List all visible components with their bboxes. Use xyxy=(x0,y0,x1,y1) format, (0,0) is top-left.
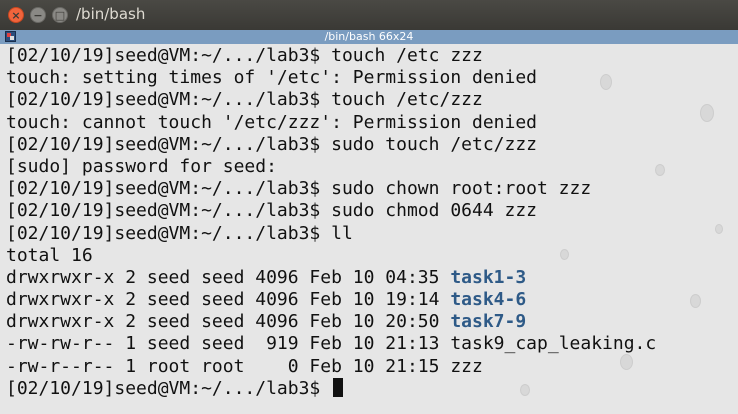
directory-name: task4-6 xyxy=(450,289,527,311)
terminal-line: [02/10/19]seed@VM:~/.../lab3$ sudo chown… xyxy=(6,178,656,200)
close-icon[interactable]: × xyxy=(8,7,24,23)
line-text: [sudo] password for seed: xyxy=(6,155,277,177)
line-text: [02/10/19]seed@VM:~/.../lab3$ sudo chown… xyxy=(6,178,592,200)
xterm-title: /bin/bash 66x24 xyxy=(324,30,414,43)
line-text: touch: setting times of '/etc': Permissi… xyxy=(6,67,538,89)
terminal-line: touch: cannot touch '/etc/zzz': Permissi… xyxy=(6,112,656,134)
terminal-line: -rw-r--r-- 1 root root 0 Feb 10 21:15 zz… xyxy=(6,356,656,378)
line-text: touch: cannot touch '/etc/zzz': Permissi… xyxy=(6,111,538,133)
maximize-icon[interactable]: □ xyxy=(52,7,68,23)
water-drop xyxy=(715,224,723,234)
terminal-line: [02/10/19]seed@VM:~/.../lab3$ sudo touch… xyxy=(6,134,656,156)
terminal-line: drwxrwxr-x 2 seed seed 4096 Feb 10 20:50… xyxy=(6,311,656,333)
terminal-output: [02/10/19]seed@VM:~/.../lab3$ touch /etc… xyxy=(6,45,656,400)
terminal-line: [02/10/19]seed@VM:~/.../lab3$ xyxy=(6,377,656,400)
terminal-line: [02/10/19]seed@VM:~/.../lab3$ touch /etc… xyxy=(6,45,656,67)
water-drop xyxy=(690,294,701,308)
line-text: -rw-rw-r-- 1 seed seed 919 Feb 10 21:13 xyxy=(6,333,451,355)
line-text: [02/10/19]seed@VM:~/.../lab3$ touch /etc… xyxy=(6,45,483,66)
terminal-line: [sudo] password for seed: xyxy=(6,156,656,178)
line-text: -rw-r--r-- 1 root root 0 Feb 10 21:15 xyxy=(6,355,451,377)
minimize-icon[interactable]: − xyxy=(30,7,46,23)
line-text: total 16 xyxy=(6,244,93,266)
water-drop xyxy=(655,164,665,176)
terminal-area[interactable]: [02/10/19]seed@VM:~/.../lab3$ touch /etc… xyxy=(0,44,738,414)
terminal-line: drwxrwxr-x 2 seed seed 4096 Feb 10 19:14… xyxy=(6,289,656,311)
terminal-line: touch: setting times of '/etc': Permissi… xyxy=(6,67,656,89)
line-text: drwxrwxr-x 2 seed seed 4096 Feb 10 20:50 xyxy=(6,311,451,333)
directory-name: task1-3 xyxy=(450,266,527,288)
file-name: task9_cap_leaking.c xyxy=(450,333,657,355)
window-titlebar[interactable]: × − □ /bin/bash xyxy=(0,0,738,30)
terminal-line: -rw-rw-r-- 1 seed seed 919 Feb 10 21:13 … xyxy=(6,333,656,355)
xterm-title-bar: /bin/bash 66x24 xyxy=(0,30,738,44)
file-name: zzz xyxy=(450,355,483,377)
line-text: [02/10/19]seed@VM:~/.../lab3$ ll xyxy=(6,222,353,244)
line-text: [02/10/19]seed@VM:~/.../lab3$ touch /etc… xyxy=(6,89,483,111)
terminal-line: drwxrwxr-x 2 seed seed 4096 Feb 10 04:35… xyxy=(6,267,656,289)
line-text: [02/10/19]seed@VM:~/.../lab3$ sudo touch… xyxy=(6,133,538,155)
directory-name: task7-9 xyxy=(450,311,527,333)
terminal-line: [02/10/19]seed@VM:~/.../lab3$ touch /etc… xyxy=(6,89,656,111)
line-text: drwxrwxr-x 2 seed seed 4096 Feb 10 04:35 xyxy=(6,266,451,288)
window-title: /bin/bash xyxy=(76,5,146,23)
line-text: [02/10/19]seed@VM:~/.../lab3$ sudo chmod… xyxy=(6,200,538,222)
water-drop xyxy=(700,104,714,122)
line-text: [02/10/19]seed@VM:~/.../lab3$ xyxy=(6,377,332,399)
terminal-line: total 16 xyxy=(6,245,656,267)
line-text: drwxrwxr-x 2 seed seed 4096 Feb 10 19:14 xyxy=(6,289,451,311)
terminal-window: × − □ /bin/bash /bin/bash 66x24 [02/10/1… xyxy=(0,0,738,414)
terminal-cursor xyxy=(333,377,344,397)
terminal-line: [02/10/19]seed@VM:~/.../lab3$ sudo chmod… xyxy=(6,200,656,222)
terminal-line: [02/10/19]seed@VM:~/.../lab3$ ll xyxy=(6,223,656,245)
